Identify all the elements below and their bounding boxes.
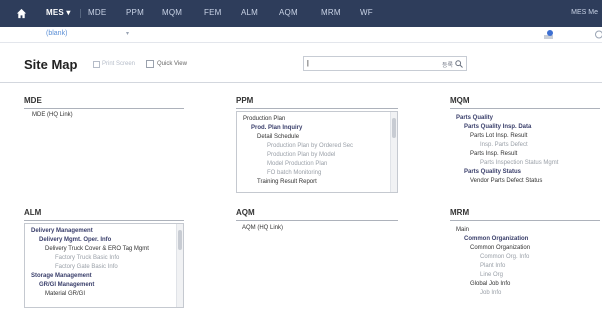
tree-item[interactable]: Production Plan by Ordered Sec: [267, 143, 353, 151]
tree-item[interactable]: Delivery Management: [31, 228, 93, 236]
tree-item[interactable]: FO batch Monitoring: [267, 170, 321, 178]
tree-item[interactable]: Production Plan: [243, 116, 285, 124]
tree-item[interactable]: Common Org. Info: [480, 254, 529, 262]
search-icon[interactable]: [455, 60, 463, 68]
tree-item[interactable]: Factory Gate Basic Info: [55, 264, 118, 272]
section-mrm: MRM Main Common Organization Common Orga…: [450, 208, 600, 308]
sub-toolbar: (blank) ▾: [0, 27, 602, 43]
search-box: 등록: [303, 56, 467, 71]
search-label: 등록: [441, 63, 453, 69]
tree-item[interactable]: Parts Insp. Result: [470, 151, 517, 159]
scrollbar[interactable]: [390, 112, 397, 192]
print-button[interactable]: Print Screen: [93, 58, 135, 70]
nav-item-mqm[interactable]: MQM: [162, 8, 182, 17]
tree-mrm: Main Common Organization Common Organiza…: [450, 223, 600, 308]
scrollbar-thumb[interactable]: [178, 230, 182, 250]
tree-item[interactable]: Prod. Plan Inquiry: [251, 125, 302, 133]
user-name[interactable]: MES Me: [571, 9, 598, 16]
nav-item-mde[interactable]: MDE: [88, 8, 106, 17]
nav-item-mes[interactable]: MES ▾: [46, 8, 71, 17]
tree-item[interactable]: Job Info: [480, 290, 501, 298]
section-title-ppm: PPM: [236, 96, 254, 105]
breadcrumb-link[interactable]: (blank): [46, 30, 67, 37]
section-divider: [450, 220, 600, 221]
section-title-alm: ALM: [24, 208, 42, 217]
section-mde: MDE MDE (HQ Link): [24, 96, 184, 186]
scrollbar-thumb[interactable]: [392, 118, 396, 138]
section-mqm: MQM Parts Quality Parts Quality Insp. Da…: [450, 96, 600, 196]
tree-item[interactable]: Parts Inspection Status Mgmt: [480, 160, 558, 168]
section-ppm: PPM Production Plan Prod. Plan Inquiry D…: [236, 96, 398, 196]
tree-item[interactable]: Parts Lot Insp. Result: [470, 133, 527, 141]
quick-view-checkbox[interactable]: [146, 60, 154, 68]
top-nav-bar: MES ▾ MDE PPM MQM FEM ALM AQM MRM WF MES…: [0, 0, 602, 27]
settings-icon[interactable]: [592, 29, 602, 40]
section-alm: ALM Delivery Management Delivery Mgmt. O…: [24, 208, 184, 308]
tree-item[interactable]: Factory Truck Basic Info: [55, 255, 119, 263]
tree-item[interactable]: Parts Quality Status: [464, 169, 521, 177]
page-title: Site Map: [24, 57, 78, 72]
tree-item[interactable]: Material GR/GI: [45, 291, 85, 299]
tree-item[interactable]: Line Org: [480, 272, 503, 280]
title-row: Site Map Print Screen Quick View 등록: [0, 42, 602, 83]
quick-view-toggle[interactable]: Quick View: [146, 58, 187, 70]
tree-item[interactable]: Main: [456, 227, 469, 235]
scrollbar[interactable]: [176, 224, 183, 307]
nav-item-wf[interactable]: WF: [360, 8, 373, 17]
notification-icon[interactable]: [543, 29, 555, 40]
section-title-mqm: MQM: [450, 96, 470, 105]
nav-item-fem[interactable]: FEM: [204, 8, 222, 17]
nav-divider: [80, 9, 81, 18]
section-divider: [450, 108, 600, 109]
tree-item[interactable]: Vendor Parts Defect Status: [470, 178, 542, 186]
tree-item[interactable]: Common Organization: [464, 236, 528, 244]
tree-alm: Delivery Management Delivery Mgmt. Oper.…: [24, 223, 184, 308]
section-divider: [24, 108, 184, 109]
section-divider: [236, 220, 398, 221]
tree-item[interactable]: Parts Quality: [456, 115, 493, 123]
section-divider: [236, 108, 398, 109]
tree-item[interactable]: Training Result Report: [257, 179, 317, 187]
quick-view-label: Quick View: [157, 61, 187, 67]
print-label: Print Screen: [102, 61, 136, 67]
home-icon[interactable]: [16, 8, 27, 19]
tree-item[interactable]: Parts Quality Insp. Data: [464, 124, 531, 132]
tree-item[interactable]: Delivery Truck Cover & ERO Tag Mgmt: [45, 246, 149, 254]
tree-item[interactable]: Production Plan by Model: [267, 152, 335, 160]
tree-item[interactable]: GR/GI Management: [39, 282, 94, 290]
tree-item[interactable]: Common Organization: [470, 245, 530, 253]
tree-item[interactable]: Delivery Mgmt. Oper. Info: [39, 237, 111, 245]
section-aqm: AQM AQM (HQ Link): [236, 208, 398, 298]
nav-item-mrm[interactable]: MRM: [321, 8, 341, 17]
tree-item[interactable]: AQM (HQ Link): [242, 225, 283, 233]
tree-item[interactable]: Storage Management: [31, 273, 92, 281]
tree-item[interactable]: Detail Schedule: [257, 134, 299, 142]
search-input[interactable]: [307, 58, 447, 69]
chevron-down-icon[interactable]: ▾: [126, 30, 129, 37]
tree-item[interactable]: Model Production Plan: [267, 161, 327, 169]
tree-item[interactable]: MDE (HQ Link): [32, 112, 73, 120]
print-icon: [93, 60, 100, 68]
nav-item-alm[interactable]: ALM: [241, 8, 258, 17]
nav-item-ppm[interactable]: PPM: [126, 8, 144, 17]
tree-item[interactable]: Insp. Parts Defect: [480, 142, 528, 150]
section-title-mrm: MRM: [450, 208, 470, 217]
section-title-aqm: AQM: [236, 208, 255, 217]
section-divider: [24, 220, 184, 221]
tree-item[interactable]: Plant Info: [480, 263, 505, 271]
tree-mqm: Parts Quality Parts Quality Insp. Data P…: [450, 111, 600, 193]
nav-item-aqm[interactable]: AQM: [279, 8, 298, 17]
section-title-mde: MDE: [24, 96, 42, 105]
tree-item[interactable]: Global Job Info: [470, 281, 510, 289]
tree-ppm: Production Plan Prod. Plan Inquiry Detai…: [236, 111, 398, 193]
